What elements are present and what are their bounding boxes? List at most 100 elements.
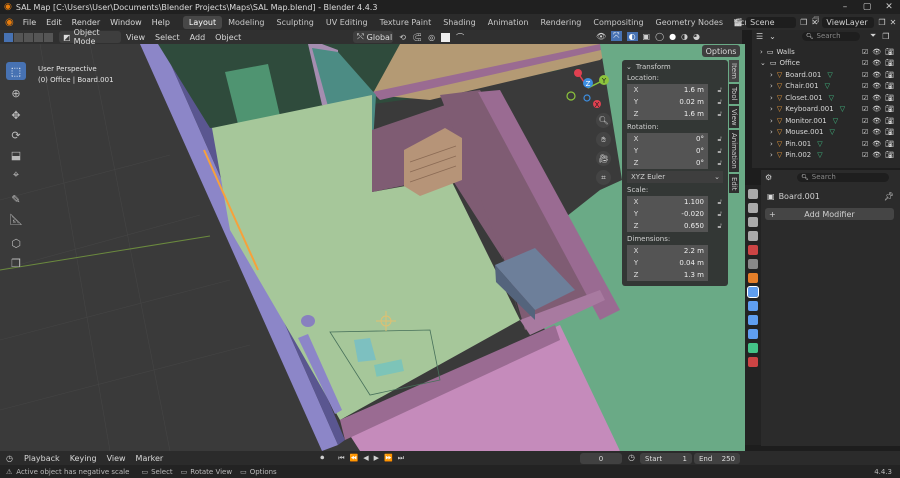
play-reverse-icon[interactable]: ◀ xyxy=(363,454,368,462)
visibility-checkbox-icon[interactable]: ☑ xyxy=(862,151,868,159)
rotation-z-field[interactable]: Z 0° 🔓︎ xyxy=(627,157,722,169)
tab-shading[interactable]: Shading xyxy=(437,16,482,29)
outliner-item[interactable]: › ▽ Pin.002 ▽ ☑ 👁︎ 📷︎ xyxy=(752,150,900,162)
menu-help[interactable]: Help xyxy=(147,18,175,27)
outliner-item[interactable]: › ▽ Keyboard.001 ▽ ☑ 👁︎ 📷︎ xyxy=(752,104,900,116)
select-tool-icon[interactable]: ⬚ xyxy=(6,62,26,80)
outliner-item[interactable]: › ▽ Closet.001 ▽ ☑ 👁︎ 📷︎ xyxy=(752,92,900,104)
tab-item[interactable]: Item xyxy=(729,60,739,82)
expand-chevron-icon[interactable]: › xyxy=(770,82,773,90)
select-box-icon[interactable] xyxy=(4,32,13,42)
select-subtract-icon[interactable] xyxy=(24,32,33,42)
tab-modeling[interactable]: Modeling xyxy=(222,16,270,29)
measure-tool-icon[interactable]: 📐︎ xyxy=(6,210,26,228)
close-icon[interactable]: ✕ xyxy=(880,0,898,14)
eye-icon[interactable]: 👁︎ xyxy=(872,117,881,125)
maximize-icon[interactable]: ▢ xyxy=(858,0,876,14)
outliner-item[interactable]: › ▭ Walls ☑ 👁︎ 📷︎ xyxy=(752,46,900,58)
menu-edit[interactable]: Edit xyxy=(41,18,67,27)
expand-chevron-icon[interactable]: › xyxy=(770,71,773,79)
scale-tool-icon[interactable]: ⬓ xyxy=(6,146,26,164)
add-cube-tool-icon[interactable]: ⬡ xyxy=(6,234,26,252)
tab-compositing[interactable]: Compositing xyxy=(587,16,649,29)
tab-sculpting[interactable]: Sculpting xyxy=(271,16,320,29)
eye-icon[interactable]: 👁︎ xyxy=(872,140,881,148)
mesh-data-icon[interactable]: ▽ xyxy=(825,82,830,90)
zoom-icon[interactable]: 🔍︎ xyxy=(596,113,611,128)
wireframe-shading-icon[interactable]: ◯ xyxy=(655,32,664,41)
options-button[interactable]: Options xyxy=(702,45,740,57)
eye-icon[interactable]: 👁︎ xyxy=(872,71,881,79)
properties-tab-icon[interactable] xyxy=(748,329,758,339)
tab-animation-sidebar[interactable]: Animation xyxy=(729,130,739,172)
scene-selector[interactable]: Scene xyxy=(746,16,797,28)
material-shading-icon[interactable]: ◑ xyxy=(681,32,688,41)
tab-tool[interactable]: Tool xyxy=(729,83,739,104)
cursor-tool-icon[interactable]: ⊕ xyxy=(6,84,26,102)
render-camera-icon[interactable]: 📷︎ xyxy=(885,59,894,67)
record-icon[interactable]: ⏺ xyxy=(320,453,324,463)
prev-keyframe-icon[interactable]: ⏪ xyxy=(350,454,359,462)
mesh-data-icon[interactable]: ▽ xyxy=(829,94,834,102)
tab-rendering[interactable]: Rendering xyxy=(535,16,588,29)
eye-icon[interactable]: 👁︎ xyxy=(872,59,881,67)
outliner-search-input[interactable]: 🔍︎ Search xyxy=(801,31,860,41)
expand-chevron-icon[interactable]: › xyxy=(770,105,773,113)
properties-tab-icon[interactable] xyxy=(748,301,758,311)
scale-z-field[interactable]: Z 0.650 🔓︎ xyxy=(627,220,722,232)
add-modifier-button[interactable]: + Add Modifier xyxy=(765,208,894,220)
render-camera-icon[interactable]: 📷︎ xyxy=(885,105,894,113)
play-icon[interactable]: ▶ xyxy=(374,454,379,462)
outliner-item[interactable]: › ▽ Chair.001 ▽ ☑ 👁︎ 📷︎ xyxy=(752,81,900,93)
view-layer-selector[interactable]: ViewLayer xyxy=(822,16,875,28)
object-menu[interactable]: Object xyxy=(210,33,246,42)
outliner-item[interactable]: › ▽ Pin.001 ▽ ☑ 👁︎ 📷︎ xyxy=(752,138,900,150)
mode-selector[interactable]: ◩ Object Mode xyxy=(59,28,121,46)
render-camera-icon[interactable]: 📷︎ xyxy=(885,94,894,102)
visibility-checkbox-icon[interactable]: ☑ xyxy=(862,71,868,79)
mesh-data-icon[interactable]: ▽ xyxy=(830,128,835,136)
mesh-data-icon[interactable]: ▽ xyxy=(840,105,845,113)
blender-menu-icon[interactable]: ◉ xyxy=(5,17,14,28)
properties-tab-icon[interactable] xyxy=(748,189,758,199)
start-frame-field[interactable]: Start 1 xyxy=(640,453,692,464)
render-camera-icon[interactable]: 📷︎ xyxy=(885,82,894,90)
outliner-editor-icon[interactable]: ☰ xyxy=(756,32,763,41)
jump-end-icon[interactable]: ⏭ xyxy=(398,454,404,463)
visibility-checkbox-icon[interactable]: ☑ xyxy=(862,128,868,136)
overlay-color-icon[interactable] xyxy=(441,32,451,42)
jump-start-icon[interactable]: ⏮ xyxy=(338,454,344,463)
visibility-checkbox-icon[interactable]: ☑ xyxy=(862,117,868,125)
eye-icon[interactable]: 👁︎ xyxy=(872,48,881,56)
scale-y-field[interactable]: Y -0.020 🔓︎ xyxy=(627,208,722,220)
new-collection-icon[interactable]: ❐ xyxy=(882,32,889,41)
falloff-icon[interactable]: ⌒ xyxy=(456,32,464,43)
visibility-checkbox-icon[interactable]: ☑ xyxy=(862,82,868,90)
render-camera-icon[interactable]: 📷︎ xyxy=(885,71,894,79)
filter-icon[interactable]: ⏷ xyxy=(870,31,876,41)
annotate-tool-icon[interactable]: ✎ xyxy=(6,190,26,208)
pin-icon[interactable]: 📌︎ xyxy=(884,192,894,201)
outliner-item[interactable]: › ▽ Mouse.001 ▽ ☑ 👁︎ 📷︎ xyxy=(752,127,900,139)
properties-search-input[interactable]: 🔍︎ Search xyxy=(797,172,890,182)
menu-window[interactable]: Window xyxy=(105,18,147,27)
collapse-chevron-icon[interactable]: ⌄ xyxy=(626,63,632,71)
next-keyframe-icon[interactable]: ⏩ xyxy=(384,454,393,462)
properties-tab-icon[interactable] xyxy=(748,343,758,353)
select-menu[interactable]: Select xyxy=(150,33,185,42)
expand-chevron-icon[interactable]: ⌄ xyxy=(760,59,766,67)
navigation-gizmo[interactable]: Y Z X xyxy=(562,62,612,112)
eye-icon[interactable]: 👁︎ xyxy=(872,82,881,90)
clock-icon[interactable]: ◷ xyxy=(628,453,635,462)
dimensions-z-field[interactable]: Z 1.3 m xyxy=(627,269,708,281)
properties-tab-icon[interactable] xyxy=(748,245,758,255)
visibility-checkbox-icon[interactable]: ☑ xyxy=(862,105,868,113)
xray-icon[interactable]: ▣ xyxy=(643,32,651,41)
end-frame-field[interactable]: End 250 xyxy=(694,453,740,464)
mesh-data-icon[interactable]: ▽ xyxy=(817,151,822,159)
outliner-item[interactable]: › ▽ Board.001 ▽ ☑ 👁︎ 📷︎ xyxy=(752,69,900,81)
overlays-toggle-icon[interactable]: ◐ xyxy=(626,31,638,41)
properties-tab-icon[interactable] xyxy=(748,259,758,269)
visibility-icon[interactable]: 👁︎ xyxy=(596,32,606,41)
properties-tab-icon[interactable] xyxy=(748,315,758,325)
